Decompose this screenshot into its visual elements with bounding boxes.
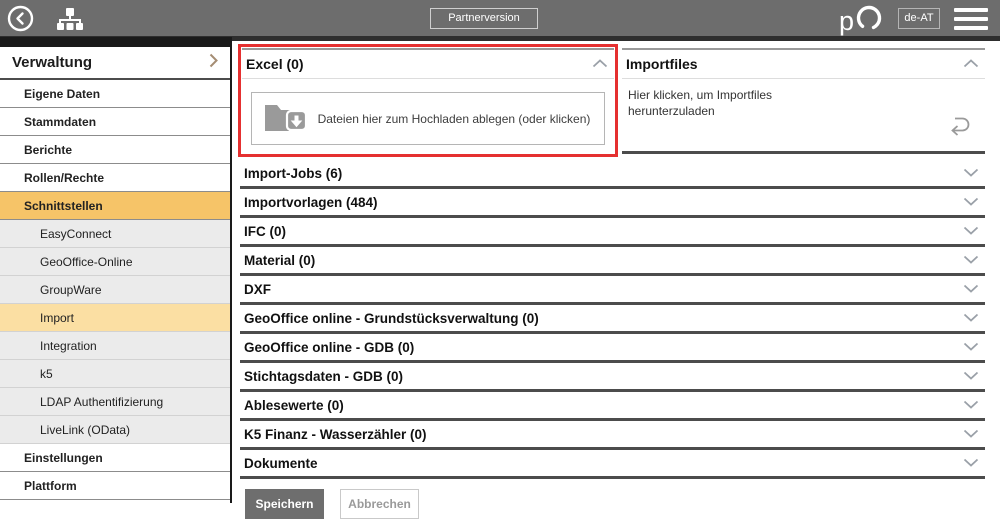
chevron-down-icon (963, 280, 979, 298)
sidebar-item-stammdaten[interactable]: Stammdaten (0, 108, 230, 136)
sidebar-item-geooffice-online[interactable]: GeoOffice-Online (0, 248, 230, 276)
chevron-up-icon (592, 55, 608, 73)
sidebar-item-label: Einstellungen (24, 451, 103, 465)
chevron-down-icon (963, 338, 979, 356)
section-title: Import-Jobs (6) (244, 166, 342, 181)
importfiles-download-hint[interactable]: Hier klicken, um Importfiles herunterzul… (628, 87, 848, 119)
section-title: GeoOffice online - Grundstücksverwaltung… (244, 311, 539, 326)
chevron-down-icon (963, 454, 979, 472)
section-list: Import-Jobs (6) Importvorlagen (484) IFC (… (240, 160, 985, 479)
section-ablesewerte-0[interactable]: Ablesewerte (0) (240, 392, 985, 421)
section-import-jobs-6[interactable]: Import-Jobs (6) (240, 160, 985, 189)
section-title: IFC (0) (244, 224, 286, 239)
section-geooffice-online-gdb-0[interactable]: GeoOffice online - GDB (0) (240, 334, 985, 363)
sidebar-item-label: k5 (40, 367, 53, 381)
chevron-down-icon (963, 425, 979, 443)
menu-icon[interactable] (954, 8, 988, 30)
download-return-icon[interactable] (946, 115, 971, 141)
sidebar-item-label: Plattform (24, 479, 77, 493)
importfiles-header[interactable]: Importfiles (622, 48, 985, 79)
excel-section-header[interactable]: Excel (0) (242, 48, 614, 79)
sidebar-item-rollen-rechte[interactable]: Rollen/Rechte (0, 164, 230, 192)
top-bar: Partnerversion p de-AT (0, 0, 1000, 37)
excel-section-title: Excel (0) (246, 56, 304, 72)
sidebar-item-easyconnect[interactable]: EasyConnect (0, 220, 230, 248)
sidebar-item-label: GroupWare (40, 283, 102, 297)
sidebar-item-label: Stammdaten (24, 115, 96, 129)
sidebar: Verwaltung Eigene Daten Stammdaten Bericht… (0, 37, 232, 503)
app-logo: p (839, 2, 884, 36)
section-stichtagsdaten-gdb-0[interactable]: Stichtagsdaten - GDB (0) (240, 363, 985, 392)
sidebar-item-berichte[interactable]: Berichte (0, 136, 230, 164)
sidebar-item-label: LiveLink (OData) (40, 423, 130, 437)
sidebar-item-groupware[interactable]: GroupWare (0, 276, 230, 304)
chevron-down-icon (963, 251, 979, 269)
sidebar-item-import[interactable]: Import (0, 304, 230, 332)
sidebar-item-ldap-authentifizierung[interactable]: LDAP Authentifizierung (0, 388, 230, 416)
section-dokumente[interactable]: Dokumente (240, 450, 985, 479)
sidebar-item-label: Eigene Daten (24, 87, 100, 101)
section-dxf[interactable]: DXF (240, 276, 985, 305)
sidebar-item-label: Rollen/Rechte (24, 171, 104, 185)
chevron-down-icon (963, 309, 979, 327)
section-material-0[interactable]: Material (0) (240, 247, 985, 276)
sidebar-item-label: Berichte (24, 143, 72, 157)
back-icon[interactable] (7, 5, 34, 32)
chevron-up-icon (963, 55, 979, 73)
chevron-right-icon (209, 53, 218, 72)
excel-section: Excel (0) Dateien hier zum Hochladen abl… (242, 48, 614, 157)
chevron-down-icon (963, 222, 979, 240)
sidebar-item-label: Integration (40, 339, 97, 353)
logo-letter: p (839, 6, 854, 36)
cancel-button[interactable]: Abbrechen (340, 489, 419, 519)
importfiles-title: Importfiles (626, 56, 698, 72)
importfiles-panel: Importfiles Hier klicken, um Importfiles… (622, 48, 985, 154)
sidebar-item-eigene-daten[interactable]: Eigene Daten (0, 80, 230, 108)
sitemap-icon[interactable] (56, 7, 84, 31)
section-title: Dokumente (244, 456, 318, 471)
sidebar-top-black-bar (0, 37, 230, 47)
logo-arc-icon (854, 2, 884, 36)
dropzone-label: Dateien hier zum Hochladen ablegen (oder… (310, 112, 604, 126)
sidebar-item-label: EasyConnect (40, 227, 111, 241)
sidebar-item-plattform[interactable]: Plattform (0, 472, 230, 500)
section-title: Material (0) (244, 253, 315, 268)
file-dropzone[interactable]: Dateien hier zum Hochladen ablegen (oder… (251, 92, 605, 145)
section-geooffice-online-grundst-cksverwaltung-0[interactable]: GeoOffice online - Grundstücksverwaltung… (240, 305, 985, 334)
section-title: DXF (244, 282, 271, 297)
partnerversion-button[interactable]: Partnerversion (430, 8, 538, 29)
chevron-down-icon (963, 193, 979, 211)
section-title: GeoOffice online - GDB (0) (244, 340, 414, 355)
sidebar-item-label: GeoOffice-Online (40, 255, 133, 269)
sidebar-item-livelink-odata[interactable]: LiveLink (OData) (0, 416, 230, 444)
section-ifc-0[interactable]: IFC (0) (240, 218, 985, 247)
upload-folder-icon (263, 98, 310, 140)
sidebar-item-label: Import (40, 311, 74, 325)
locale-badge[interactable]: de-AT (898, 8, 940, 29)
save-button[interactable]: Speichern (245, 489, 324, 519)
chevron-down-icon (963, 396, 979, 414)
section-title: Stichtagsdaten - GDB (0) (244, 369, 403, 384)
footer-buttons: Speichern Abbrechen (245, 489, 419, 519)
sidebar-title-label: Verwaltung (12, 54, 92, 71)
sidebar-item-k5[interactable]: k5 (0, 360, 230, 388)
sidebar-item-label: Schnittstellen (24, 199, 103, 213)
chevron-down-icon (963, 367, 979, 385)
sidebar-item-integration[interactable]: Integration (0, 332, 230, 360)
section-importvorlagen-484[interactable]: Importvorlagen (484) (240, 189, 985, 218)
chevron-down-icon (963, 164, 979, 182)
sidebar-item-label: LDAP Authentifizierung (40, 395, 163, 409)
section-title: K5 Finanz - Wasserzähler (0) (244, 427, 427, 442)
sidebar-title-verwaltung[interactable]: Verwaltung (0, 47, 230, 80)
section-title: Ablesewerte (0) (244, 398, 344, 413)
sidebar-item-schnittstellen[interactable]: Schnittstellen (0, 192, 230, 220)
sidebar-items: Eigene Daten Stammdaten Berichte Rollen/Rec… (0, 80, 230, 500)
section-k5-finanz-wasserz-hler-0[interactable]: K5 Finanz - Wasserzähler (0) (240, 421, 985, 450)
sidebar-item-einstellungen[interactable]: Einstellungen (0, 444, 230, 472)
section-title: Importvorlagen (484) (244, 195, 378, 210)
